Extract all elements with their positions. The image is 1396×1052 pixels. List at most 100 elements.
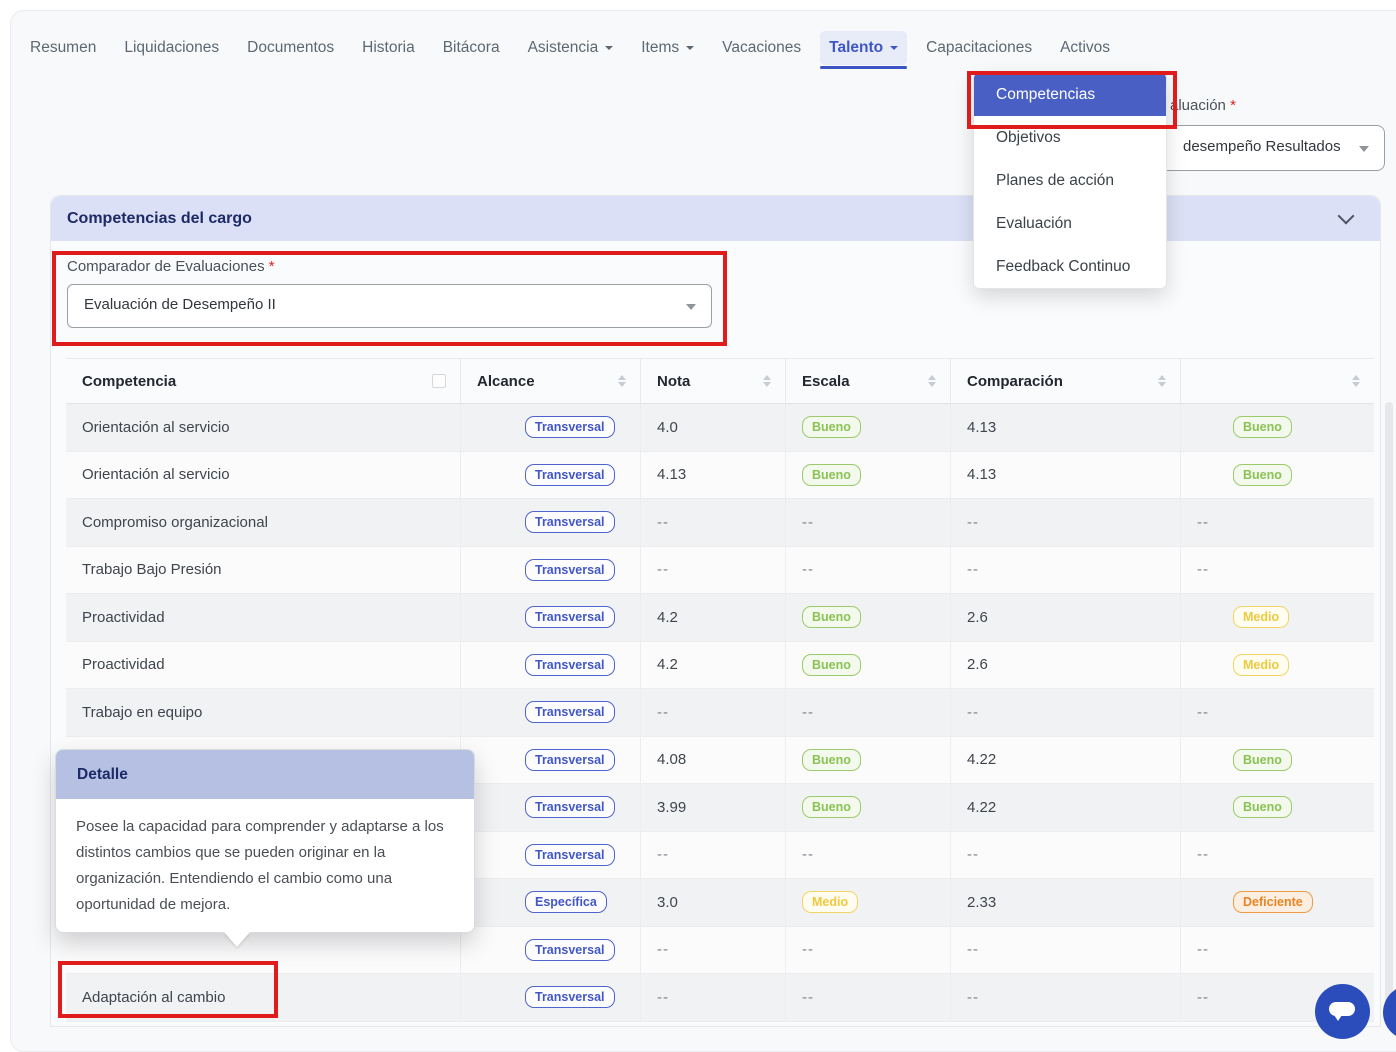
- evaluation-type-select-value: desempeño Resultados: [1183, 138, 1341, 155]
- comparacion-cell: --: [951, 927, 1181, 974]
- column-header-actions[interactable]: [1181, 359, 1374, 403]
- scrollbar[interactable]: [1385, 402, 1393, 1016]
- comparacion-escala-cell: Medio: [1181, 642, 1374, 689]
- competencia-value: Adaptación al cambio: [82, 989, 225, 1006]
- competencia-cell[interactable]: Trabajo Bajo Presión: [66, 547, 461, 594]
- comparacion-escala-badge: Bueno: [1233, 796, 1292, 818]
- competencia-cell[interactable]: Compromiso organizacional: [66, 499, 461, 546]
- alcance-badge: Transversal: [525, 464, 615, 486]
- competencia-cell[interactable]: [66, 927, 461, 974]
- nav-item-asistencia[interactable]: Asistencia: [519, 31, 623, 65]
- table-row[interactable]: Transversal--------: [66, 927, 1374, 975]
- tooltip-body: Posee la capacidad para comprender y ada…: [56, 799, 474, 932]
- nav-item-items[interactable]: Items: [632, 31, 703, 65]
- escala-cell: --: [786, 689, 951, 736]
- nav-item-historia[interactable]: Historia: [353, 31, 424, 65]
- sort-icon[interactable]: [1158, 375, 1166, 388]
- select-all-checkbox[interactable]: [432, 374, 446, 388]
- nav-item-label: Bitácora: [443, 39, 500, 57]
- comparacion-escala-value: --: [1197, 704, 1209, 721]
- competencia-cell[interactable]: Orientación al servicio: [66, 452, 461, 499]
- nota-cell: --: [641, 974, 786, 1021]
- competencia-cell[interactable]: Adaptación al cambio: [66, 974, 461, 1021]
- competencia-value: Orientación al servicio: [82, 419, 230, 436]
- comparator-select[interactable]: Evaluación de Desempeño II: [67, 284, 712, 328]
- comparacion-value: 2.6: [967, 609, 988, 626]
- nota-value: --: [657, 846, 669, 863]
- escala-cell: Bueno: [786, 404, 951, 451]
- menu-item-competencias[interactable]: Competencias: [974, 73, 1166, 116]
- nav-item-capacitaciones[interactable]: Capacitaciones: [917, 31, 1041, 65]
- alcance-badge: Transversal: [525, 559, 615, 581]
- panel-header[interactable]: Competencias del cargo: [51, 196, 1380, 241]
- column-header-alcance[interactable]: Alcance: [461, 359, 641, 403]
- table-row[interactable]: Compromiso organizacionalTransversal----…: [66, 499, 1374, 547]
- comparacion-cell: 2.6: [951, 642, 1181, 689]
- nav-item-label: Vacaciones: [722, 39, 801, 57]
- alcance-badge: Transversal: [525, 749, 615, 771]
- evaluation-type-select[interactable]: desempeño Resultados: [1140, 125, 1385, 171]
- escala-cell: Bueno: [786, 784, 951, 831]
- escala-value: --: [802, 989, 814, 1006]
- nav-item-label: Talento: [829, 39, 883, 57]
- nav-item-label: Activos: [1060, 39, 1110, 57]
- nota-value: --: [657, 941, 669, 958]
- nav-item-label: Asistencia: [528, 39, 599, 57]
- competencia-cell[interactable]: Proactividad: [66, 594, 461, 641]
- menu-item-feedback-continuo[interactable]: Feedback Continuo: [974, 245, 1166, 288]
- column-header-comparacion[interactable]: Comparación: [951, 359, 1181, 403]
- column-header-competencia[interactable]: Competencia: [66, 359, 461, 403]
- table-row[interactable]: ProactividadTransversal4.2Bueno2.6Medio: [66, 642, 1374, 690]
- nav-item-label: Historia: [362, 39, 415, 57]
- sort-icon[interactable]: [928, 375, 936, 388]
- competencia-cell[interactable]: Orientación al servicio: [66, 404, 461, 451]
- table-row[interactable]: Trabajo en equipoTransversal--------: [66, 689, 1374, 737]
- collapse-chevron-icon[interactable]: [1338, 208, 1355, 225]
- nav-item-liquidaciones[interactable]: Liquidaciones: [115, 31, 228, 65]
- nota-cell: --: [641, 547, 786, 594]
- escala-cell: Bueno: [786, 642, 951, 689]
- nav-item-bitacora[interactable]: Bitácora: [434, 31, 509, 65]
- menu-item-objetivos[interactable]: Objetivos: [974, 116, 1166, 159]
- escala-cell: Bueno: [786, 452, 951, 499]
- nota-value: 3.0: [657, 894, 678, 911]
- table-row[interactable]: Orientación al servicioTransversal4.0Bue…: [66, 404, 1374, 452]
- nav-item-talento[interactable]: Talento: [820, 31, 907, 65]
- escala-cell: Medio: [786, 879, 951, 926]
- tooltip-arrow: [224, 932, 250, 947]
- comparacion-value: 4.22: [967, 751, 996, 768]
- comparacion-escala-badge: Bueno: [1233, 464, 1292, 486]
- column-header-escala[interactable]: Escala: [786, 359, 951, 403]
- chat-button[interactable]: [1315, 984, 1370, 1039]
- nota-cell: --: [641, 927, 786, 974]
- competencia-cell[interactable]: Trabajo en equipo: [66, 689, 461, 736]
- table-row[interactable]: ProactividadTransversal4.2Bueno2.6Medio: [66, 594, 1374, 642]
- nota-cell: --: [641, 832, 786, 879]
- sort-icon[interactable]: [763, 375, 771, 388]
- competencia-value: Trabajo en equipo: [82, 704, 202, 721]
- comparacion-value: 4.22: [967, 799, 996, 816]
- comparacion-escala-cell: --: [1181, 499, 1374, 546]
- escala-cell: --: [786, 499, 951, 546]
- sort-icon[interactable]: [618, 375, 626, 388]
- nav-item-resumen[interactable]: Resumen: [21, 31, 105, 65]
- menu-item-evaluacion[interactable]: Evaluación: [974, 202, 1166, 245]
- alcance-badge: Transversal: [525, 844, 615, 866]
- competencia-cell[interactable]: Proactividad: [66, 642, 461, 689]
- chat-bubble-icon: [1329, 1002, 1355, 1016]
- table-row[interactable]: Adaptación al cambioTransversal--------: [66, 974, 1374, 1022]
- nota-cell: 4.2: [641, 642, 786, 689]
- nav-item-documentos[interactable]: Documentos: [238, 31, 343, 65]
- alcance-cell: Transversal: [461, 737, 641, 784]
- table-row[interactable]: Trabajo Bajo PresiónTransversal--------: [66, 547, 1374, 595]
- sort-asc-icon: [1352, 375, 1360, 380]
- column-header-nota[interactable]: Nota: [641, 359, 786, 403]
- nota-value: 4.0: [657, 419, 678, 436]
- menu-item-planes-de-accion[interactable]: Planes de acción: [974, 159, 1166, 202]
- sort-icon[interactable]: [1352, 375, 1360, 388]
- nav-item-activos[interactable]: Activos: [1051, 31, 1119, 65]
- talento-dropdown-menu: CompetenciasObjetivosPlanes de acciónEva…: [973, 72, 1167, 289]
- comparacion-escala-cell: Bueno: [1181, 737, 1374, 784]
- nav-item-vacaciones[interactable]: Vacaciones: [713, 31, 810, 65]
- table-row[interactable]: Orientación al servicioTransversal4.13Bu…: [66, 452, 1374, 500]
